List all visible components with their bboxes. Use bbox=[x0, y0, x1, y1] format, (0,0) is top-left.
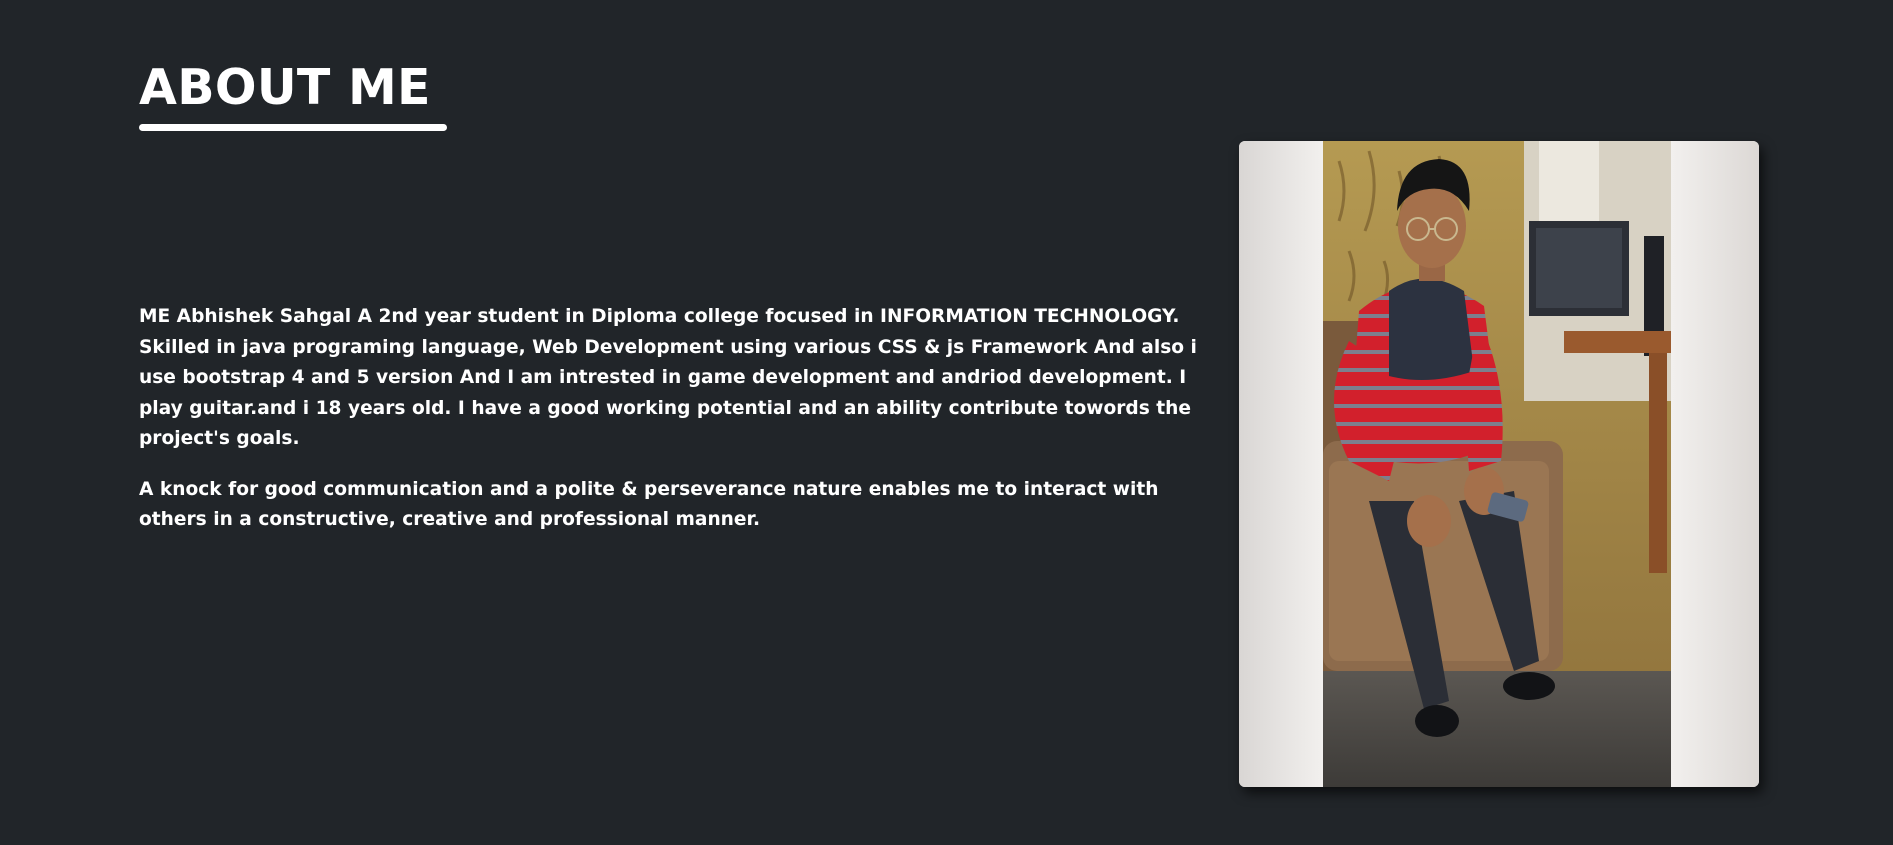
about-paragraph-2: A knock for good communication and a pol… bbox=[139, 478, 1159, 531]
heading-underline bbox=[139, 124, 447, 131]
section-heading: ABOUT ME bbox=[139, 59, 431, 116]
profile-photo bbox=[1239, 141, 1759, 787]
about-paragraph-1: ME Abhishek Sahgal A 2nd year student in… bbox=[139, 306, 1197, 449]
profile-photo-illustration bbox=[1239, 141, 1759, 787]
about-section: ABOUT ME ME Abhishek Sahgal A 2nd year s… bbox=[0, 0, 1893, 845]
about-text: ME Abhishek Sahgal A 2nd year student in… bbox=[139, 302, 1209, 556]
